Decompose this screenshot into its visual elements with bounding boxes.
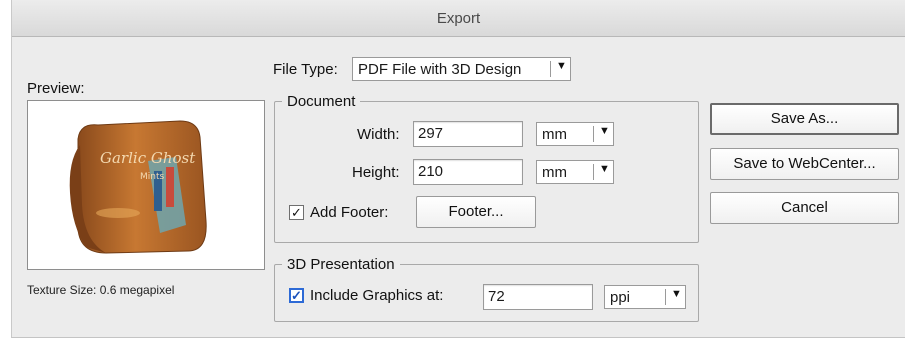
resolution-field[interactable]: 72 bbox=[483, 284, 593, 310]
file-type-select[interactable]: PDF File with 3D Design ▼ bbox=[352, 57, 571, 81]
window-title: Export bbox=[436, 10, 481, 27]
document-legend: Document bbox=[282, 93, 361, 110]
preview-label: Preview: bbox=[27, 80, 85, 97]
file-type-value: PDF File with 3D Design bbox=[358, 61, 522, 78]
package-image: Garlic Ghost Mints bbox=[69, 120, 207, 254]
presentation-legend: 3D Presentation bbox=[282, 256, 400, 273]
select-divider bbox=[593, 164, 594, 180]
export-dialog: Export File Type: PDF File with 3D Desig… bbox=[11, 0, 905, 338]
package-brand-text: Garlic Ghost bbox=[100, 149, 196, 167]
file-type-label: File Type: bbox=[273, 61, 338, 78]
chevron-down-icon: ▼ bbox=[556, 60, 567, 72]
add-footer-label: Add Footer: bbox=[310, 204, 389, 221]
height-field[interactable]: 210 bbox=[413, 159, 523, 185]
height-label: Height: bbox=[352, 164, 400, 181]
save-to-webcenter-button[interactable]: Save to WebCenter... bbox=[710, 148, 899, 180]
select-divider bbox=[593, 126, 594, 142]
add-footer-checkbox[interactable]: ✓ bbox=[289, 205, 304, 220]
chevron-down-icon: ▼ bbox=[599, 163, 610, 175]
chevron-down-icon: ▼ bbox=[599, 125, 610, 137]
width-label: Width: bbox=[357, 126, 400, 143]
height-unit-value: mm bbox=[542, 164, 567, 181]
cancel-button[interactable]: Cancel bbox=[710, 192, 899, 224]
save-as-button[interactable]: Save As... bbox=[710, 103, 899, 135]
resolution-unit-select[interactable]: ppi ▼ bbox=[604, 285, 686, 309]
width-unit-value: mm bbox=[542, 126, 567, 143]
chevron-down-icon: ▼ bbox=[671, 288, 682, 300]
width-unit-select[interactable]: mm ▼ bbox=[536, 122, 614, 146]
include-graphics-label: Include Graphics at: bbox=[310, 287, 444, 304]
height-unit-select[interactable]: mm ▼ bbox=[536, 160, 614, 184]
preview-image: Garlic Ghost Mints bbox=[27, 100, 265, 270]
texture-size-label: Texture Size: 0.6 megapixel bbox=[27, 283, 175, 297]
resolution-unit-value: ppi bbox=[610, 289, 631, 306]
include-graphics-checkbox[interactable]: ✓ bbox=[289, 288, 304, 303]
width-field[interactable]: 297 bbox=[413, 121, 523, 147]
footer-button[interactable]: Footer... bbox=[416, 196, 536, 228]
select-divider bbox=[550, 61, 551, 77]
package-sub-text: Mints bbox=[140, 172, 164, 182]
select-divider bbox=[665, 289, 666, 305]
title-bar: Export bbox=[12, 0, 905, 37]
